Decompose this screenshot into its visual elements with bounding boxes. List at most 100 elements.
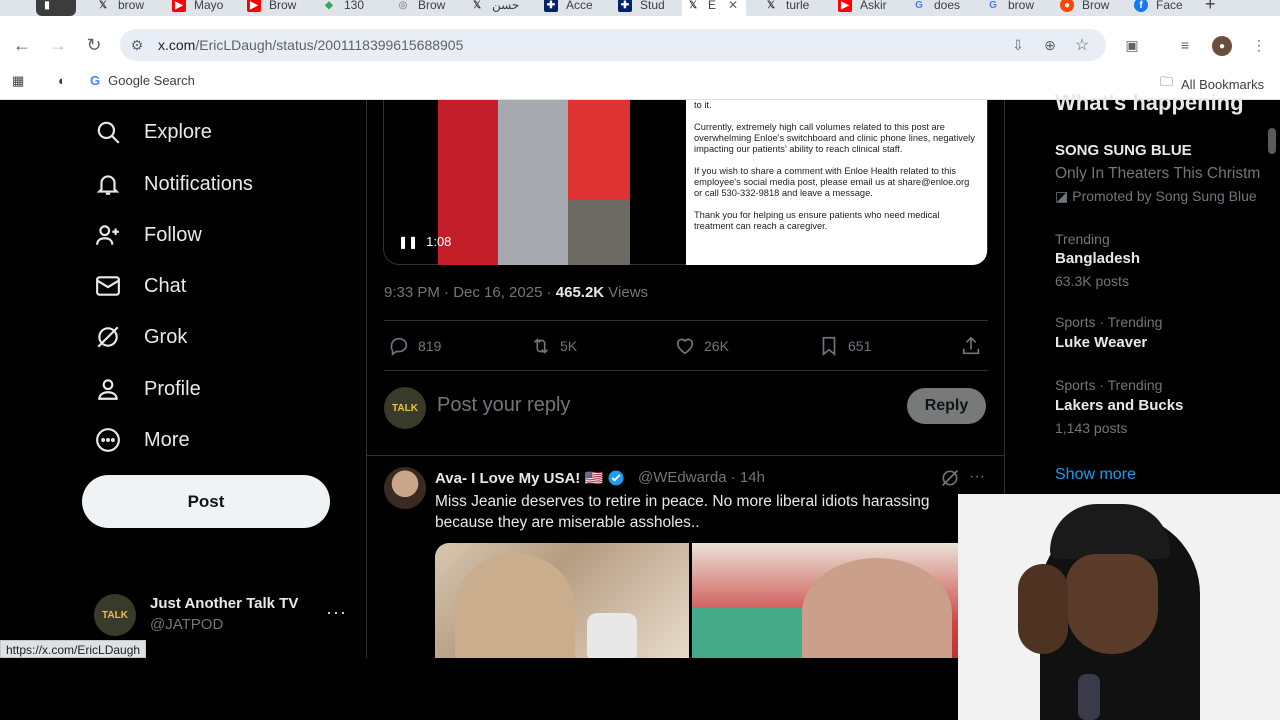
bookmark-google-search[interactable]: G Google Search bbox=[90, 73, 195, 88]
repost-action[interactable]: 5K bbox=[530, 335, 577, 357]
post-time[interactable]: 9:33 PM · Dec 16, 2025 · bbox=[384, 284, 556, 301]
tab-9-active[interactable]: 𝕏 E ✕ bbox=[682, 0, 746, 16]
youtube-icon: ▶ bbox=[172, 0, 186, 12]
screen: ▮ 𝕏brow ▶ Mayo ▶ Brow ◆ 130 ◎ Brow 𝕏 حسن ✚ Acc… bbox=[0, 0, 1280, 720]
forward-icon[interactable]: → bbox=[46, 33, 70, 57]
trend-title[interactable]: Bangladesh bbox=[1055, 250, 1140, 267]
profile-avatar-icon[interactable]: ● bbox=[1212, 36, 1232, 56]
trend-title[interactable]: Lakers and Bucks bbox=[1055, 397, 1183, 414]
notice-image[interactable]: to it. Currently, extremely high call vo… bbox=[686, 100, 987, 265]
tweet-handle[interactable]: @WEdwarda · 14h bbox=[638, 469, 765, 486]
tab-4[interactable]: ◆ 130 bbox=[318, 0, 378, 16]
tab-0[interactable]: ▮ bbox=[36, 0, 76, 16]
trend-title[interactable]: Luke Weaver bbox=[1055, 334, 1147, 351]
tab-13[interactable]: Gbrow bbox=[982, 0, 1044, 16]
maps-icon: ◆ bbox=[325, 0, 333, 11]
zoom-icon[interactable]: ⊕ bbox=[1041, 36, 1059, 54]
tab-14[interactable]: ● Brow bbox=[1056, 0, 1118, 16]
menu-kebab-icon[interactable]: ⋮ bbox=[1250, 36, 1268, 54]
post-button[interactable]: Post bbox=[82, 475, 330, 528]
notice-text: Thank you for helping us ensure patients… bbox=[694, 210, 940, 231]
grok-analyze-icon[interactable] bbox=[940, 468, 960, 493]
share-icon bbox=[962, 336, 980, 355]
tab-2[interactable]: ▶ Mayo bbox=[168, 0, 228, 16]
world-icon[interactable]: ◐ bbox=[58, 73, 66, 88]
share-action[interactable] bbox=[960, 335, 990, 357]
reddit-icon: ● bbox=[1060, 0, 1074, 12]
image-face-shape bbox=[455, 553, 575, 658]
tweet-image-1[interactable] bbox=[435, 543, 689, 658]
promo-subtitle[interactable]: Only In Theaters This Christm bbox=[1055, 165, 1260, 183]
column-divider bbox=[366, 100, 367, 658]
account-handle[interactable]: @JATPOD bbox=[150, 616, 223, 633]
like-action[interactable]: 26K bbox=[674, 335, 729, 357]
apps-grid-icon[interactable]: ▦ bbox=[12, 73, 24, 89]
video-clothes-shape bbox=[498, 100, 568, 265]
reply-action[interactable]: 819 bbox=[388, 335, 441, 357]
uk-flag-icon: ✚ bbox=[618, 0, 632, 12]
bookmark-action[interactable]: 651 bbox=[818, 335, 871, 357]
tab-5[interactable]: ◎ Brow bbox=[392, 0, 452, 16]
tab-3[interactable]: ▶ Brow bbox=[243, 0, 303, 16]
promo-title[interactable]: SONG SUNG BLUE bbox=[1055, 142, 1192, 159]
reply-input[interactable]: Post your reply bbox=[437, 394, 570, 417]
x-logo-icon: 𝕏 bbox=[688, 0, 698, 11]
person-icon bbox=[94, 375, 122, 403]
tweet-avatar[interactable] bbox=[384, 467, 426, 509]
tab-6[interactable]: 𝕏 حسن bbox=[466, 0, 526, 16]
tab-8[interactable]: ✚ Stud bbox=[614, 0, 674, 16]
webcam-hand-shape bbox=[1018, 564, 1068, 654]
sidebar-item-explore[interactable]: Explore bbox=[94, 118, 212, 146]
sidebar-item-chat[interactable]: Chat bbox=[94, 272, 186, 300]
new-tab-icon[interactable]: + bbox=[1205, 0, 1216, 15]
tab-1[interactable]: 𝕏brow bbox=[92, 0, 152, 16]
notice-text: to it. bbox=[694, 100, 712, 110]
media-control-icon[interactable]: ≡ bbox=[1176, 36, 1194, 54]
close-tab-icon[interactable]: ✕ bbox=[728, 0, 738, 12]
tab-12[interactable]: Gdoes bbox=[908, 0, 970, 16]
webcam-cap-shape bbox=[1050, 504, 1170, 559]
sidebar-item-follow[interactable]: Follow bbox=[94, 221, 202, 249]
tab-15[interactable]: f Face bbox=[1130, 0, 1192, 16]
sidebar-item-profile[interactable]: Profile bbox=[94, 375, 201, 403]
image-phone-shape bbox=[587, 613, 637, 658]
show-more-link[interactable]: Show more bbox=[1055, 466, 1136, 484]
video-time: 1:08 bbox=[426, 234, 452, 249]
sidebar-item-notifications[interactable]: Notifications bbox=[94, 170, 253, 198]
video-controls[interactable]: ❚❚ 1:08 bbox=[398, 234, 451, 249]
video-person-shape bbox=[568, 100, 630, 200]
install-icon[interactable]: ⇩ bbox=[1009, 36, 1027, 54]
scrollbar-thumb[interactable] bbox=[1268, 128, 1276, 154]
site-info-icon[interactable]: ⚙ bbox=[128, 36, 146, 54]
x-logo-icon: 𝕏 bbox=[766, 0, 776, 11]
views-count: 465.2K bbox=[555, 284, 605, 301]
heart-icon bbox=[676, 338, 694, 355]
tab-7[interactable]: ✚ Acce bbox=[540, 0, 600, 16]
account-more-icon[interactable]: ··· bbox=[326, 602, 347, 623]
trend-context: Trending bbox=[1055, 231, 1110, 247]
tweet-author[interactable]: Ava- I Love My USA! 🇺🇸 bbox=[435, 469, 625, 487]
bell-icon bbox=[94, 170, 122, 198]
tweet-more-icon[interactable]: ··· bbox=[969, 468, 985, 486]
post-video[interactable] bbox=[438, 100, 630, 265]
pause-icon[interactable]: ❚❚ bbox=[398, 235, 418, 249]
bookmark-star-icon[interactable]: ☆ bbox=[1073, 36, 1091, 54]
cast-icon[interactable]: ▣ bbox=[1123, 36, 1141, 54]
google-icon: G bbox=[90, 73, 101, 88]
account-name[interactable]: Just Another Talk TV bbox=[150, 595, 298, 612]
sidebar-item-more[interactable]: More bbox=[94, 426, 190, 454]
tweet-image-2[interactable] bbox=[692, 543, 958, 658]
image-shelf-shape bbox=[692, 608, 802, 658]
youtube-icon: ▶ bbox=[247, 0, 261, 12]
tab-11[interactable]: ▶ Askir bbox=[834, 0, 896, 16]
mail-icon bbox=[94, 272, 122, 300]
tab-10[interactable]: 𝕏turle bbox=[760, 0, 822, 16]
youtube-icon: ▶ bbox=[838, 0, 852, 12]
address-url[interactable]: x.com/EricLDaugh/status/2001118399615688… bbox=[158, 37, 463, 53]
account-avatar[interactable]: TALK bbox=[94, 594, 136, 636]
back-icon[interactable]: ← bbox=[10, 33, 34, 57]
webcam-mic-shape bbox=[1078, 674, 1100, 720]
reply-button[interactable]: Reply bbox=[907, 388, 986, 424]
reload-icon[interactable]: ↻ bbox=[82, 33, 106, 57]
sidebar-item-grok[interactable]: Grok bbox=[94, 323, 187, 351]
